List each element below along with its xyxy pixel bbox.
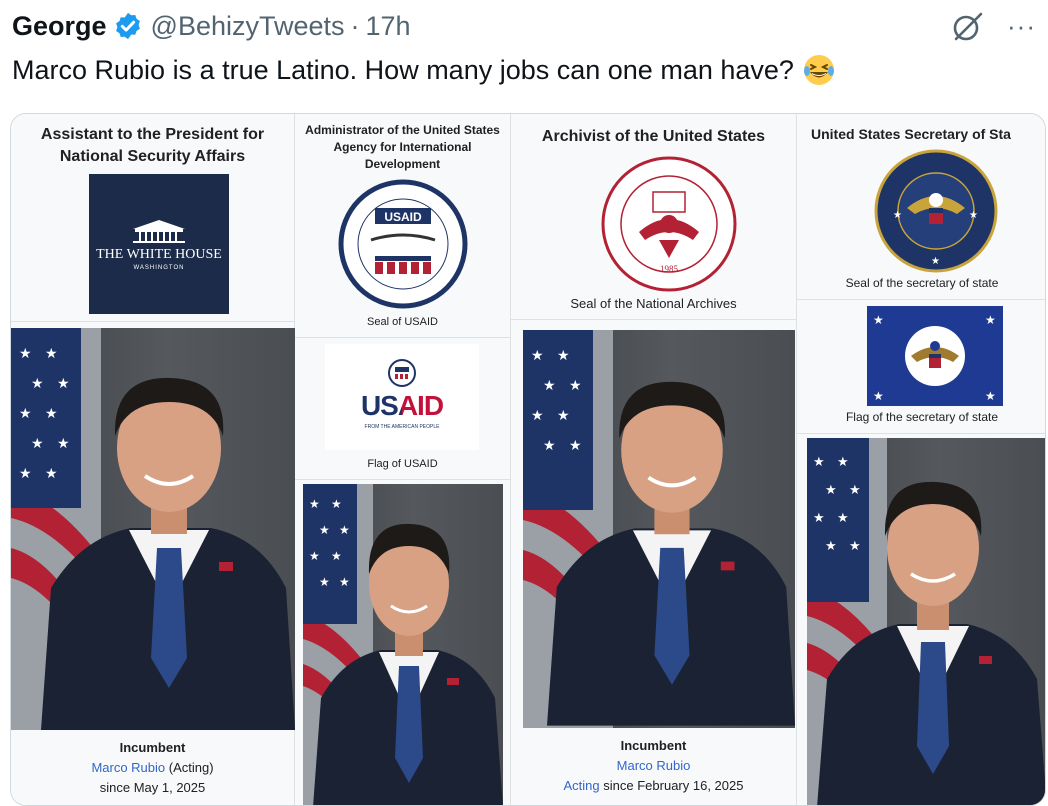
archivist-column: Archivist of the United States 1985 Seal…: [511, 114, 797, 805]
more-options-icon[interactable]: ···: [1007, 13, 1036, 39]
nsa-incumbent-label: Incumbent: [119, 740, 186, 755]
tweet-timestamp[interactable]: 17h: [366, 11, 411, 42]
usaid-seal-cell: Administrator of the United States Agenc…: [295, 114, 510, 338]
state-flag-cell: ★ ★ ★ ★ Flag of the secretary of state: [797, 300, 1045, 434]
usaid-tagline: FROM THE AMERICAN PEOPLE: [364, 424, 440, 430]
archivist-acting-link[interactable]: Acting: [564, 778, 600, 793]
white-house-logo: THE WHITE HOUSE WASHINGTON: [89, 174, 229, 314]
author-display-name[interactable]: George: [12, 11, 107, 42]
usaid-wordmark: USAID: [360, 390, 444, 421]
white-house-sub: WASHINGTON: [133, 265, 185, 271]
svg-text:★: ★: [893, 210, 902, 221]
usaid-flag: USAID FROM THE AMERICAN PEOPLE: [325, 344, 479, 450]
tweet-header: George @BehizyTweets · 17h ···: [12, 8, 1036, 44]
svg-text:★: ★: [969, 210, 978, 221]
svg-text:★: ★: [985, 313, 996, 327]
state-flag-caption: Flag of the secretary of state: [845, 410, 999, 424]
laughing-tears-emoji-icon: [803, 55, 834, 85]
archivist-title-cell: Archivist of the United States 1985 Seal…: [511, 114, 796, 320]
state-flag-emblem-icon: ★ ★ ★ ★: [873, 313, 996, 403]
nsa-since: since May 1, 2025: [99, 780, 206, 795]
usaid-small-seal-icon: [388, 359, 416, 387]
svg-text:★: ★: [931, 256, 940, 267]
state-seal-caption: Seal of the secretary of state: [845, 276, 999, 290]
white-house-building-icon: [133, 220, 185, 243]
verified-badge-icon: [115, 12, 140, 40]
archivist-incumbent-link[interactable]: Marco Rubio: [511, 756, 796, 776]
usaid-flag-cell: USAID FROM THE AMERICAN PEOPLE Flag of U…: [295, 338, 510, 480]
usaid-column: Administrator of the United States Agenc…: [295, 114, 511, 805]
marco-rubio-photo: [41, 377, 295, 730]
archives-seal-year: 1985: [660, 264, 679, 274]
svg-text:USAID: USAID: [384, 210, 422, 224]
nsa-title-cell: Assistant to the President for National …: [11, 114, 294, 322]
marco-rubio-photo-2: [313, 523, 503, 805]
tweet-image[interactable]: Assistant to the President for National …: [10, 113, 1046, 806]
usaid-portrait: ★ ★ ★ ★ ★ ★ ★ ★: [303, 484, 503, 805]
author-handle[interactable]: @BehizyTweets: [151, 11, 345, 42]
svg-text:★: ★: [873, 389, 884, 403]
marco-rubio-photo-3: [547, 381, 795, 726]
state-title: United States Secretary of Sta: [811, 126, 1011, 142]
nsa-incumbent-link[interactable]: Marco Rubio: [91, 760, 165, 775]
state-portrait: ★ ★ ★ ★ ★ ★ ★ ★: [807, 438, 1045, 805]
grok-icon[interactable]: [951, 9, 985, 43]
nsa-title: Assistant to the President for National …: [40, 126, 265, 165]
usaid-seal-icon: USAID: [338, 179, 468, 309]
nsa-column: Assistant to the President for National …: [11, 114, 295, 805]
nsa-incumbent-cell: Incumbent Marco Rubio (Acting) since May…: [11, 730, 294, 805]
archivist-since: since February 16, 2025: [603, 778, 744, 793]
archivist-incumbent-cell: Incumbent Marco Rubio Acting since Febru…: [511, 728, 796, 805]
archivist-seal-caption: Seal of the National Archives: [570, 296, 737, 311]
svg-text:★: ★: [19, 405, 32, 421]
archivist-portrait: ★ ★ ★ ★ ★ ★ ★ ★: [523, 330, 795, 728]
separator-dot: ·: [350, 10, 360, 41]
secretary-of-state-seal-icon: ★ ★ ★: [874, 149, 998, 273]
nsa-acting-label: (Acting): [168, 760, 214, 775]
usaid-title: Administrator of the United States Agenc…: [305, 123, 500, 171]
secretary-of-state-flag: ★ ★ ★ ★: [867, 306, 1003, 406]
usaid-seal-caption: Seal of USAID: [367, 316, 438, 328]
svg-text:★: ★: [873, 313, 884, 327]
state-column: United States Secretary of Sta ★ ★ ★ Seal …: [797, 114, 1045, 805]
svg-text:★: ★: [531, 407, 544, 423]
archivist-title: Archivist of the United States: [541, 128, 766, 145]
national-archives-seal-icon: 1985: [601, 156, 737, 292]
usaid-flag-caption: Flag of USAID: [367, 458, 438, 470]
tweet-text: Marco Rubio is a true Latino. How many j…: [12, 55, 794, 85]
svg-text:★: ★: [19, 465, 32, 481]
nsa-portrait: ★ ★ ★ ★ ★ ★ ★ ★ ★ ★: [11, 328, 295, 730]
svg-text:★: ★: [19, 345, 32, 361]
state-seal-cell: United States Secretary of Sta ★ ★ ★ Seal …: [797, 114, 1045, 300]
svg-text:★: ★: [531, 347, 544, 363]
svg-text:★: ★: [985, 389, 996, 403]
tweet-body: Marco Rubio is a true Latino. How many j…: [12, 52, 836, 88]
white-house-wordmark: THE WHITE HOUSE: [96, 247, 222, 262]
archivist-incumbent-label: Incumbent: [620, 738, 687, 753]
marco-rubio-photo-4: [817, 481, 1045, 805]
